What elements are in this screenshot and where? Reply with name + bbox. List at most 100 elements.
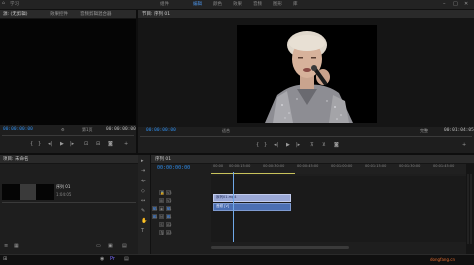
project-scrollbar[interactable]	[2, 202, 136, 203]
minimize-icon[interactable]: –	[443, 1, 446, 7]
program-monitor[interactable]	[138, 19, 474, 127]
video-frame	[237, 25, 377, 123]
lock-icon[interactable]: 🔒	[159, 190, 164, 195]
timeline-timecode[interactable]: 00:00:00:00	[157, 165, 190, 171]
ruler-label: 00:01:15:00	[365, 164, 387, 168]
camera-icon[interactable]: ◙	[108, 142, 113, 147]
menu-item-libraries[interactable]: 库	[293, 1, 298, 7]
project-panel-header: 项目: 未命名	[0, 155, 138, 164]
program-timecode-current[interactable]: 00:00:00:00	[146, 128, 176, 133]
program-step-forward-icon[interactable]: |▸	[296, 143, 300, 148]
tab-effect-controls[interactable]: 效果控件	[50, 11, 68, 17]
ruler-label: 00:01:45:00	[433, 164, 455, 168]
slip-tool-icon[interactable]: ↔	[141, 199, 145, 204]
ruler-label: 00:00:15:00	[229, 164, 251, 168]
taskbar-app-icon[interactable]: ◉	[100, 257, 104, 262]
resolution-dropdown[interactable]: 完整	[420, 128, 428, 134]
track-headers: 🔒 V3 ⊞ V2 V1 ◉ V1 A1 M A1 S A2 🎙 A3	[151, 176, 211, 242]
audio-clip[interactable]: 音频 [V]	[213, 203, 291, 211]
solo-icon[interactable]: S	[159, 222, 164, 227]
video-clip[interactable]: 序列01.mp4	[213, 194, 291, 202]
menu-item-editing[interactable]: 编辑	[193, 1, 202, 7]
plus-icon[interactable]: +	[124, 142, 128, 147]
source-page-label[interactable]: 第1页	[82, 127, 93, 133]
mark-out-icon[interactable]: }	[38, 142, 41, 147]
tab-program[interactable]: 节目: 序列 01	[142, 11, 170, 17]
play-icon[interactable]: ▶	[60, 142, 64, 147]
mute-icon[interactable]: M	[159, 214, 164, 219]
track-label-a3[interactable]: A3	[166, 230, 172, 235]
program-plus-icon[interactable]: +	[462, 143, 466, 148]
tab-source[interactable]: 源: (无剪辑)	[3, 11, 27, 17]
fit-dropdown[interactable]: 适合	[222, 128, 230, 134]
overwrite-icon[interactable]: ⊟	[96, 142, 100, 147]
ruler-label: 00:00:30:00	[263, 164, 285, 168]
home-icon[interactable]: ⌂	[2, 1, 5, 6]
close-icon[interactable]: ✕	[464, 1, 468, 7]
track-select-icon[interactable]: ⇥	[141, 169, 145, 174]
list-view-icon[interactable]: ≡	[4, 244, 8, 249]
tab-audio-clip-mixer[interactable]: 音频剪辑混合器	[80, 11, 112, 17]
type-tool-icon[interactable]: T	[141, 229, 144, 234]
source-timecode-in[interactable]: 00:00:00:00	[3, 127, 33, 132]
extract-icon[interactable]: ⊻	[322, 143, 326, 148]
taskbar: ⊞ ◉ Pr ▤ dongfang.cn	[0, 254, 474, 265]
start-icon[interactable]: ⊞	[3, 257, 7, 262]
program-mark-out-icon[interactable]: }	[264, 143, 267, 148]
menu-item-learn[interactable]: 学习	[10, 1, 19, 7]
menu-item-graphics[interactable]: 图形	[273, 1, 282, 7]
new-item-icon[interactable]: ▣	[108, 244, 113, 249]
insert-icon[interactable]: ⊡	[84, 142, 88, 147]
sync-lock-icon[interactable]: ⊞	[159, 198, 164, 203]
project-panel-body: 序列 01 1:04:05 ≡ ▦ ▭ ▣ ▤	[0, 164, 138, 254]
folder-icon[interactable]: ▤	[124, 257, 129, 262]
menu-item-color[interactable]: 颜色	[213, 1, 222, 7]
source-timecode-out: 00:00:00:00	[106, 127, 136, 132]
track-label-a1[interactable]: A1	[166, 214, 172, 219]
tab-project[interactable]: 项目: 未命名	[3, 156, 28, 162]
eye-icon[interactable]: ◉	[159, 206, 164, 211]
meter-right	[470, 174, 472, 244]
ripple-edit-icon[interactable]: ⟛	[141, 179, 146, 184]
work-area-bar[interactable]	[211, 173, 295, 174]
pen-tool-icon[interactable]: ✎	[141, 209, 145, 214]
track-label-v3[interactable]: V3	[166, 190, 172, 195]
clip-thumbnail[interactable]	[2, 184, 54, 200]
program-play-icon[interactable]: ▶	[286, 143, 290, 148]
step-back-icon[interactable]: ◂|	[48, 142, 52, 147]
menu-item-audio[interactable]: 音频	[253, 1, 262, 7]
premiere-icon[interactable]: Pr	[110, 257, 115, 262]
maximize-icon[interactable]: □	[453, 1, 458, 7]
playhead[interactable]	[233, 172, 234, 242]
program-scrub-bar[interactable]	[140, 136, 472, 137]
timeline-panel-header: 序列 01	[151, 155, 474, 164]
tab-timeline-sequence[interactable]: 序列 01	[155, 156, 171, 162]
clip-name[interactable]: 序列 01	[56, 184, 70, 190]
mark-in-icon[interactable]: {	[30, 142, 33, 147]
track-label-v2[interactable]: V2	[166, 198, 172, 203]
wrench-icon[interactable]: ⚙	[61, 127, 65, 132]
razor-tool-icon[interactable]: ◇	[141, 189, 145, 194]
source-monitor[interactable]	[0, 19, 136, 125]
hand-tool-icon[interactable]: ✋	[141, 219, 147, 224]
step-forward-icon[interactable]: |▸	[70, 142, 74, 147]
track-label-a2[interactable]: A2	[166, 222, 172, 227]
lift-icon[interactable]: ⊼	[310, 143, 314, 148]
selection-tool-icon[interactable]: ▸	[141, 159, 144, 164]
source-patch-v1[interactable]: V1	[152, 206, 158, 211]
voiceover-icon[interactable]: 🎙	[159, 230, 164, 235]
source-scrub-bar[interactable]	[2, 135, 134, 136]
program-mark-in-icon[interactable]: {	[256, 143, 259, 148]
watermark-logo: dongfang.cn	[430, 257, 455, 262]
track-label-v1[interactable]: V1	[166, 206, 172, 211]
timeline-zoom-scrollbar[interactable]	[211, 246, 349, 249]
source-patch-a1[interactable]: A1	[152, 214, 158, 219]
menu-item-effects[interactable]: 效果	[233, 1, 242, 7]
trash-icon[interactable]: ▤	[122, 244, 127, 249]
icon-view-icon[interactable]: ▦	[14, 244, 19, 249]
track-area[interactable]: 序列01.mp4 音频 [V]	[211, 172, 473, 242]
new-bin-icon[interactable]: ▭	[96, 244, 101, 249]
menu-item-assembly[interactable]: 组件	[160, 1, 169, 7]
program-step-back-icon[interactable]: ◂|	[274, 143, 278, 148]
program-camera-icon[interactable]: ◙	[334, 143, 339, 148]
